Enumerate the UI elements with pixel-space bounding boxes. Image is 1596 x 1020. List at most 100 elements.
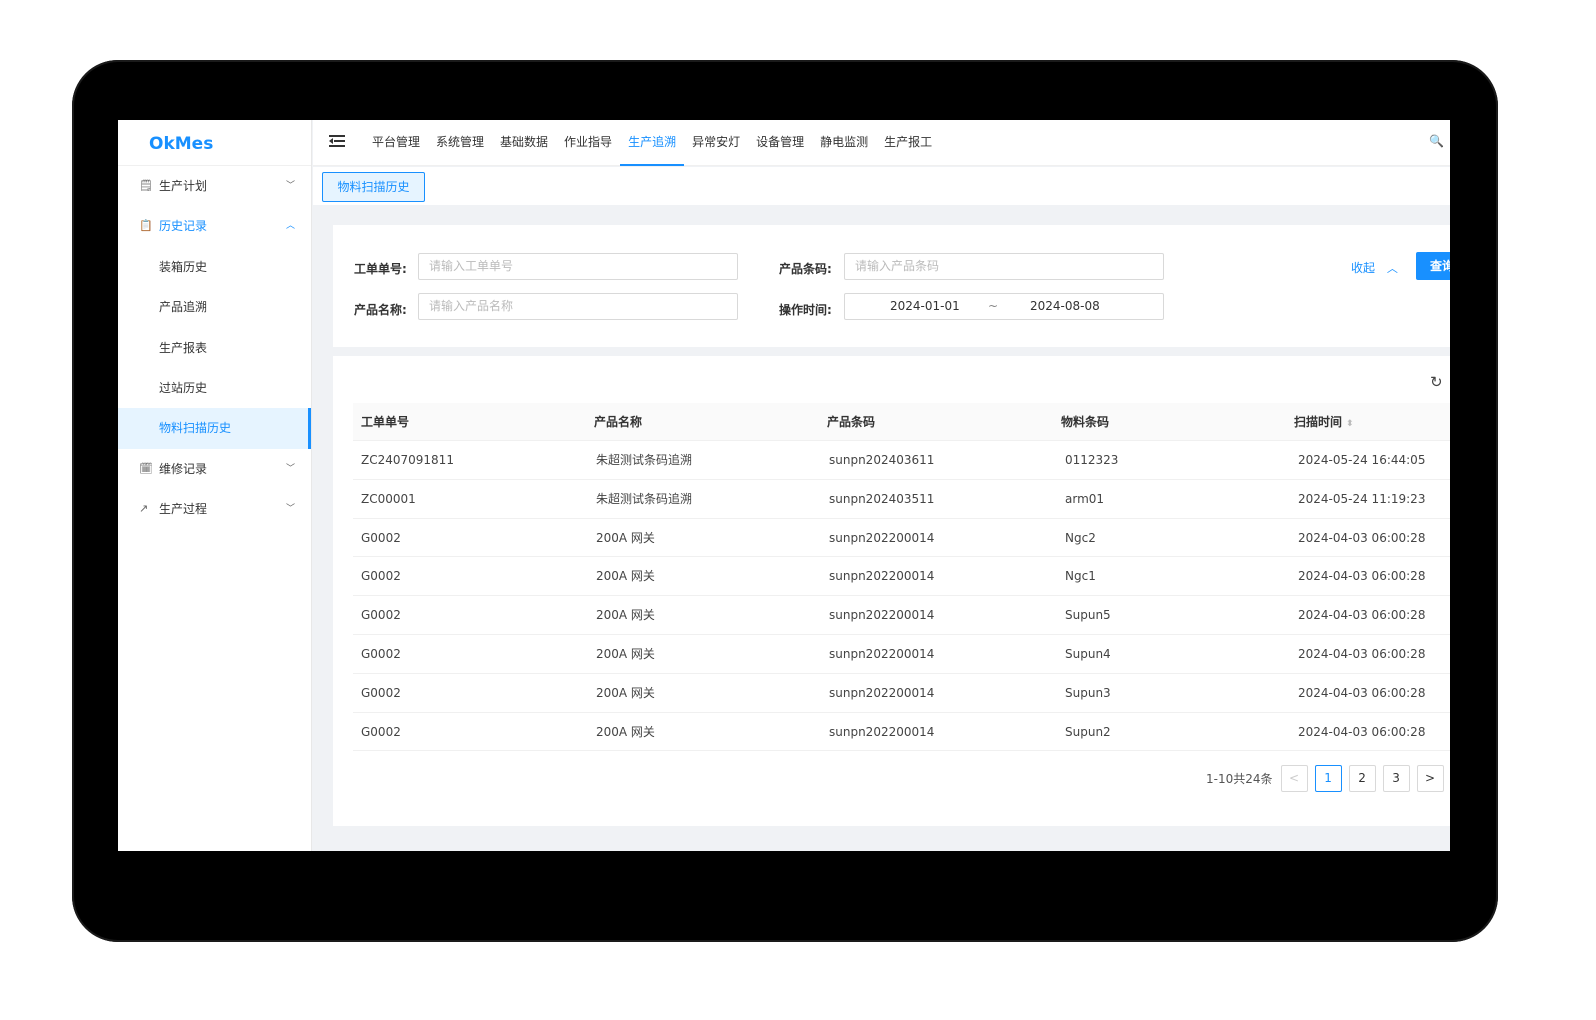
cell-order-no: G0002	[361, 646, 401, 661]
sidebar-item-3[interactable]: ↗ 生产过程 ﹀	[118, 489, 311, 529]
product-barcode-input[interactable]: 请输入产品条码	[844, 253, 1164, 280]
top-nav-item-4[interactable]: 生产追溯	[620, 120, 685, 166]
prev-page-button[interactable]: <	[1280, 764, 1308, 792]
search-icon[interactable]: 🔍	[1429, 134, 1444, 148]
cell-product-name: 200A 网关	[596, 685, 655, 700]
cell-material-barcode: Supun2	[1065, 724, 1111, 739]
chevron-up-icon: ︿	[285, 221, 295, 232]
cell-material-barcode: Supun3	[1065, 685, 1111, 700]
top-nav-item-2[interactable]: 基础数据	[492, 120, 556, 166]
cell-product-barcode: sunpn202200014	[829, 724, 935, 739]
cell-scan-time: 2024-04-03 06:00:28	[1298, 724, 1426, 739]
menu-toggle-icon[interactable]	[329, 132, 347, 150]
repair-icon: 🗓	[139, 461, 153, 475]
sidebar-subitem-0[interactable]: 装箱历史	[118, 247, 311, 287]
table-header: 工单单号 产品名称 产品条码 物料条码 扫描时间 ⬍	[353, 403, 1450, 441]
query-button[interactable]: 查询	[1416, 252, 1450, 280]
cell-order-no: G0002	[361, 608, 401, 623]
date-end[interactable]: 2024-08-08	[1030, 294, 1100, 319]
product-barcode-label: 产品条码:	[779, 262, 832, 276]
product-name-input[interactable]: 请输入产品名称	[418, 293, 738, 320]
table-row[interactable]: ZC2407091811 朱超测试条码追溯 sunpn202403611 011232…	[353, 441, 1450, 480]
sidebar-item-label: 维修记录	[159, 461, 208, 476]
col-material-barcode: 物料条码	[1061, 415, 1110, 429]
table-row[interactable]: G0002 200A 网关 sunpn202200014 Supun2 2024-04-…	[353, 713, 1450, 752]
col-scan-time[interactable]: 扫描时间 ⬍	[1286, 403, 1450, 440]
top-nav-item-5[interactable]: 异常安灯	[684, 120, 748, 166]
next-page-button[interactable]: >	[1416, 764, 1444, 792]
table-row[interactable]: G0002 200A 网关 sunpn202200014 Ngc2 2024-04-03…	[353, 519, 1450, 558]
cell-scan-time: 2024-04-03 06:00:28	[1298, 608, 1426, 623]
page-button-3[interactable]: 3	[1382, 764, 1410, 792]
refresh-icon[interactable]: ↻	[1430, 373, 1443, 391]
cell-material-barcode: Supun5	[1065, 608, 1111, 623]
order-no-input[interactable]: 请输入工单单号	[418, 253, 738, 280]
sidebar-item-1[interactable]: 📋 历史记录 ︿	[118, 206, 311, 246]
collapse-toggle[interactable]: 收起 ︿	[1351, 259, 1398, 276]
col-order-no: 工单单号	[361, 415, 410, 429]
cell-material-barcode: Ngc1	[1065, 569, 1096, 584]
table-row[interactable]: G0002 200A 网关 sunpn202200014 Supun4 2024-04-…	[353, 635, 1450, 674]
cell-product-barcode: sunpn202200014	[829, 646, 935, 661]
tag-current-page[interactable]: 物料扫描历史	[322, 172, 425, 202]
cell-product-barcode: sunpn202200014	[829, 685, 935, 700]
table-row[interactable]: ZC00001 朱超测试条码追溯 sunpn202403511 arm01 2024-0…	[353, 480, 1450, 519]
top-bar: 平台管理 系统管理 基础数据 作业指导 生产追溯 异常安灯 设备管理 静电监测 生产报工 🔍	[313, 120, 1450, 166]
operation-time-label: 操作时间:	[779, 303, 832, 317]
table-row[interactable]: G0002 200A 网关 sunpn202200014 Supun5 2024-04-…	[353, 596, 1450, 635]
sidebar-subitem-3[interactable]: 过站历史	[118, 368, 311, 408]
sidebar-item-0[interactable]: 🗒 生产计划 ﹀	[118, 166, 311, 206]
top-nav: 平台管理 系统管理 基础数据 作业指导 生产追溯 异常安灯 设备管理 静电监测 生产报工	[364, 120, 940, 166]
sidebar-subitem-2[interactable]: 生产报表	[118, 328, 311, 368]
product-name-label: 产品名称:	[354, 303, 407, 317]
top-nav-item-3[interactable]: 作业指导	[556, 120, 620, 166]
cell-order-no: G0002	[361, 685, 401, 700]
chevron-down-icon: ﹀	[285, 504, 295, 515]
results-table: 工单单号 产品名称 产品条码 物料条码 扫描时间 ⬍ ZC2407091811 朱超…	[353, 403, 1450, 752]
sidebar-item-2[interactable]: 🗓 维修记录 ﹀	[118, 449, 311, 489]
cell-scan-time: 2024-04-03 06:00:28	[1298, 685, 1426, 700]
top-nav-item-7[interactable]: 静电监测	[812, 120, 876, 166]
cell-product-name: 200A 网关	[596, 646, 655, 661]
cell-material-barcode: Ngc2	[1065, 530, 1096, 545]
date-start[interactable]: 2024-01-01	[890, 294, 960, 319]
page-button-1[interactable]: 1	[1314, 764, 1342, 792]
collapse-label: 收起	[1351, 261, 1376, 275]
cell-material-barcode: 0112323	[1065, 453, 1119, 467]
cell-order-no: ZC2407091811	[361, 453, 454, 467]
cell-product-barcode: sunpn202403611	[829, 453, 935, 467]
table-row[interactable]: G0002 200A 网关 sunpn202200014 Supun3 2024-04-…	[353, 674, 1450, 713]
cell-product-name: 200A 网关	[596, 608, 655, 623]
col-product-barcode: 产品条码	[827, 415, 876, 429]
date-range-picker[interactable]: 2024-01-01 ~ 2024-08-08	[844, 293, 1164, 320]
sidebar-subitem-1[interactable]: 产品追溯	[118, 287, 311, 327]
cell-scan-time: 2024-04-03 06:00:28	[1298, 530, 1426, 545]
sidebar-item-label: 生产计划	[159, 179, 208, 193]
table-row[interactable]: G0002 200A 网关 sunpn202200014 Ngc1 2024-04-03…	[353, 557, 1450, 597]
sort-icon[interactable]: ⬍	[1346, 419, 1354, 429]
cell-product-barcode: sunpn202200014	[829, 569, 935, 584]
cell-product-name: 朱超测试条码追溯	[596, 491, 693, 506]
top-nav-item-8[interactable]: 生产报工	[876, 120, 940, 166]
clipboard-icon: 🗒	[139, 179, 153, 192]
page-button-2[interactable]: 2	[1348, 764, 1376, 792]
sidebar: OkMes 🗒 生产计划 ﹀ 📋 历史记录 ︿ 装箱历史 产品追溯 生产报表 过站历史 物料扫描历史…	[118, 120, 312, 851]
cell-product-barcode: sunpn202403511	[829, 491, 935, 506]
cell-order-no: G0002	[361, 530, 401, 545]
results-panel: ↻ 工单单号 产品名称 产品条码 物料条码 扫描时间 ⬍ ZC2407091811…	[333, 356, 1450, 826]
cell-product-barcode: sunpn202200014	[829, 530, 935, 545]
top-nav-item-0[interactable]: 平台管理	[364, 120, 428, 166]
cell-product-name: 200A 网关	[596, 569, 655, 584]
cell-material-barcode: Supun4	[1065, 646, 1111, 661]
chevron-up-icon: ︿	[1386, 262, 1398, 275]
col-scan-time-label: 扫描时间	[1294, 415, 1343, 429]
sidebar-subitem-4[interactable]: 物料扫描历史	[118, 408, 311, 449]
chevron-down-icon: ﹀	[285, 181, 295, 191]
top-nav-item-1[interactable]: 系统管理	[428, 120, 492, 166]
search-form: 工单单号: 请输入工单单号 产品条码: 请输入产品条码 产品名称: 请输入产品名…	[333, 225, 1450, 347]
cell-product-name: 朱超测试条码追溯	[596, 453, 693, 467]
cell-scan-time: 2024-05-24 11:19:23	[1298, 491, 1426, 506]
cell-order-no: G0002	[361, 569, 401, 584]
pagination: 1-10共24条 < 123 >	[1206, 764, 1450, 792]
top-nav-item-6[interactable]: 设备管理	[748, 120, 812, 166]
